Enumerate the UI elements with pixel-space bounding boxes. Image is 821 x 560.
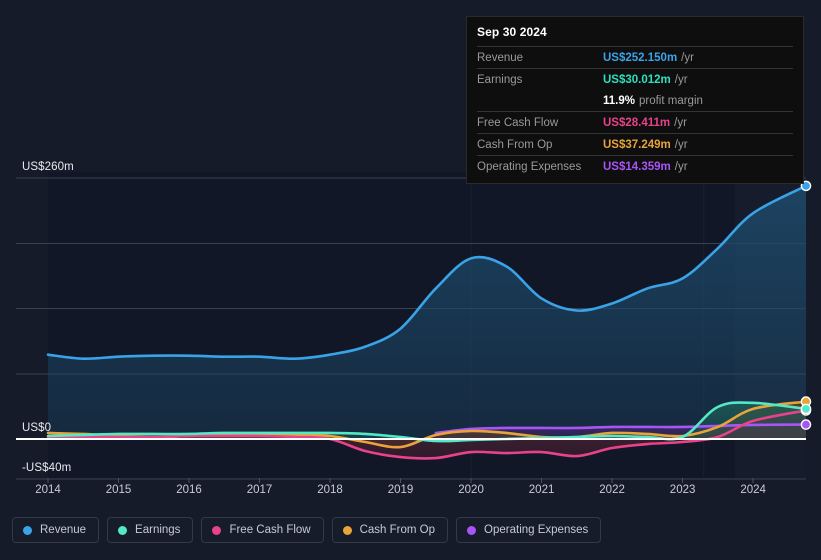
endpoint-marker-operating-expenses: [800, 419, 812, 430]
tooltip-row-value-wrap: US$28.411m/yr: [603, 117, 687, 129]
tooltip-row-value: US$37.249m: [603, 138, 671, 151]
legend-item-label: Cash From Op: [359, 524, 436, 536]
legend-item-earnings[interactable]: Earnings: [107, 517, 194, 543]
legend-color-dot-icon: [342, 525, 352, 535]
tooltip-row-value-wrap: US$14.359m/yr: [603, 161, 688, 173]
tooltip-date: Sep 30 2024: [477, 25, 547, 39]
tooltip-row: 11.9% profit margin: [477, 90, 793, 111]
legend-item-label: Revenue: [40, 524, 87, 536]
financial-chart-page: US$260m US$0 -US$40m 2014 2015 2016 2017 2018 2…: [0, 0, 821, 560]
tooltip-row-unit: /yr: [674, 160, 688, 173]
tooltip-row-value: 11.9%: [603, 94, 635, 107]
legend-color-dot-icon: [23, 525, 32, 535]
tooltip-row: Free Cash Flow US$28.411m/yr: [477, 111, 793, 133]
tooltip-row-value: US$252.150m: [603, 51, 678, 64]
tooltip-row-unit: /yr: [681, 51, 694, 64]
tooltip-row-label: Operating Expenses: [477, 160, 582, 173]
tooltip-row-value-wrap: 11.9% profit margin: [603, 95, 703, 107]
x-axis-label: 2024: [740, 484, 766, 496]
tooltip-row: Cash From Op US$37.249m/yr: [477, 133, 793, 155]
data-tooltip: Sep 30 2024 Revenue US$252.150m/yr Earning…: [466, 16, 804, 184]
x-axis-label: 2015: [105, 484, 132, 496]
tooltip-row-unit: /yr: [674, 138, 688, 151]
tooltip-row-unit: /yr: [674, 73, 688, 86]
legend-color-dot-icon: [212, 525, 222, 535]
legend-item-operating-expenses[interactable]: Operating Expenses: [456, 517, 602, 543]
tooltip-row-label: Revenue: [477, 51, 524, 64]
y-axis-label: -US$40m: [22, 462, 72, 475]
x-axis-label: 2020: [458, 484, 484, 496]
y-axis-label: US$260m: [22, 161, 74, 173]
x-axis-label: 2018: [317, 484, 343, 496]
x-axis-label: 2016: [176, 484, 202, 496]
legend-color-dot-icon: [467, 525, 477, 535]
tooltip-row-value-wrap: US$37.249m/yr: [603, 139, 688, 151]
legend-item-label: Free Cash Flow: [229, 524, 311, 536]
x-axis-label: 2019: [387, 484, 414, 496]
tooltip-row-value: US$28.411m: [603, 116, 671, 129]
tooltip-row-group: Revenue US$252.150m/yr Earnings US$30.012m /…: [477, 46, 793, 177]
x-axis-label: 2022: [599, 484, 625, 496]
tooltip-row-label: Free Cash Flow: [477, 116, 559, 129]
legend-item-cash-from-op[interactable]: Cash From Op: [331, 517, 449, 543]
legend-item-revenue[interactable]: Revenue: [12, 517, 100, 543]
x-axis-label: 2023: [669, 484, 696, 496]
y-axis-label: US$0: [22, 422, 52, 434]
tooltip-row-value: US$14.359m: [603, 160, 671, 173]
tooltip-row-subtext: profit margin: [638, 94, 703, 107]
endpoint-marker-earnings: [800, 403, 812, 415]
tooltip-row-label: Cash From Op: [477, 138, 553, 151]
tooltip-row-label: Earnings: [477, 73, 523, 86]
legend-item-free-cash-flow[interactable]: Free Cash Flow: [201, 517, 324, 543]
legend-item-label: Earnings: [135, 524, 181, 536]
tooltip-row: Operating Expenses US$14.359m/yr: [477, 155, 793, 177]
x-axis-label: 2014: [35, 484, 61, 496]
legend-item-label: Operating Expenses: [484, 524, 589, 536]
tooltip-row: Revenue US$252.150m/yr: [477, 46, 793, 68]
tooltip-row: Earnings US$30.012m/yr: [477, 68, 793, 90]
legend-color-dot-icon: [118, 525, 128, 535]
tooltip-row-value-wrap: US$30.012m/yr: [603, 74, 688, 86]
x-axis-label: 2021: [528, 484, 555, 496]
tooltip-row-value-wrap: US$252.150m/yr: [603, 52, 694, 64]
tooltip-row-value: US$30.012m: [603, 73, 671, 86]
chart-legend: Revenue Earnings Free Cash Flow Cash From O…: [12, 517, 602, 543]
tooltip-row-unit: /yr: [674, 116, 687, 129]
x-axis-label: 2017: [246, 484, 273, 496]
